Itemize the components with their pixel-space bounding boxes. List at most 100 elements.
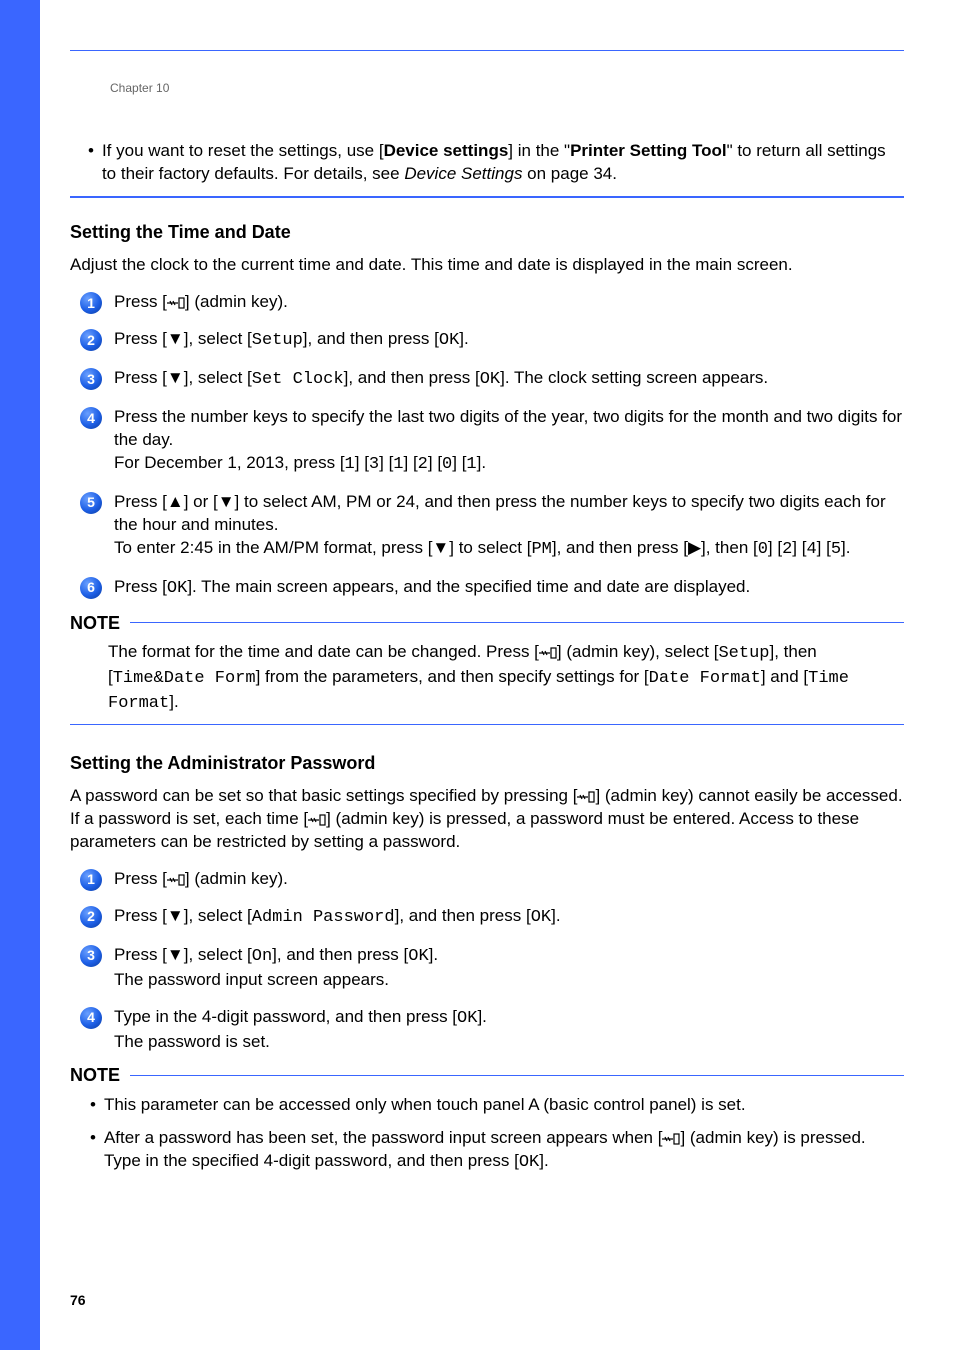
text: ], and then press [ (344, 368, 480, 387)
step-4: 4 Press the number keys to specify the l… (70, 406, 904, 477)
intro-time-date: Adjust the clock to the current time and… (70, 254, 904, 277)
step-body: Press [] (admin key). (114, 868, 904, 891)
text: Press the number keys to specify the las… (114, 407, 902, 449)
header-rule (70, 50, 904, 51)
heading-admin-password: Setting the Administrator Password (70, 751, 904, 775)
admin-key-icon (539, 642, 557, 661)
text: Press [▼], select [ (114, 368, 252, 387)
note-label: NOTE (70, 1063, 120, 1087)
step-body: Press [] (admin key). (114, 291, 904, 314)
code: OK (167, 579, 187, 598)
text: ] (admin key). (185, 869, 288, 888)
code: OK (531, 908, 551, 927)
code: OK (457, 1009, 477, 1028)
step-body: Press [▼], select [Set Clock], and then … (114, 367, 904, 392)
text: ]. (477, 453, 486, 472)
text: ] (admin key), select [ (557, 642, 719, 661)
admin-key-icon (167, 869, 185, 888)
text: Press [▲] or [▼] to select AM, PM or 24,… (114, 492, 886, 534)
step-body: Type in the 4-digit password, and then p… (114, 1006, 904, 1054)
text: ] from the parameters, and then specify … (256, 667, 649, 686)
code: 0 (758, 540, 768, 559)
step-number-icon: 5 (80, 492, 102, 514)
text: The password input screen appears. (114, 970, 389, 989)
text: ]. The clock setting screen appears. (500, 368, 768, 387)
text: After a password has been set, the passw… (104, 1127, 904, 1175)
note-label: NOTE (70, 611, 120, 635)
code: OK (408, 947, 428, 966)
admin-key-icon (662, 1128, 680, 1147)
note-bullet-2: After a password has been set, the passw… (90, 1127, 904, 1175)
step-body: Press [▲] or [▼] to select AM, PM or 24,… (114, 491, 904, 562)
code: Setup (252, 331, 303, 350)
text: If you want to reset the settings, use [ (102, 141, 384, 160)
code: OK (439, 331, 459, 350)
step-number-icon: 4 (80, 407, 102, 429)
code: 2 (782, 540, 792, 559)
text-bold: Printer Setting Tool (570, 141, 726, 160)
admin-key-icon (167, 292, 185, 311)
text: ], and then press [ (303, 329, 439, 348)
code: 1 (345, 455, 355, 474)
admin-key-icon (308, 809, 326, 828)
step-number-icon: 6 (80, 577, 102, 599)
text-bold: Device settings (384, 141, 509, 160)
code: Setup (718, 644, 769, 663)
bullet-dot (90, 1094, 96, 1117)
code: 1 (466, 455, 476, 474)
code: 1 (393, 455, 403, 474)
note-body-list: This parameter can be accessed only when… (90, 1094, 904, 1175)
bullet-dot (90, 1127, 96, 1175)
intro-admin-password: A password can be set so that basic sett… (70, 785, 904, 854)
text: ]. (169, 692, 178, 711)
page-number: 76 (70, 1291, 86, 1310)
admin-key-icon (577, 786, 595, 805)
code: 5 (831, 540, 841, 559)
divider (70, 196, 904, 198)
text: on page 34. (522, 164, 617, 183)
divider (70, 724, 904, 725)
text: Press [ (114, 292, 167, 311)
note-body: The format for the time and date can be … (108, 641, 904, 716)
text: This parameter can be accessed only when… (104, 1094, 746, 1117)
step-body: Press [▼], select [Setup], and then pres… (114, 328, 904, 353)
step-5: 5 Press [▲] or [▼] to select AM, PM or 2… (70, 491, 904, 562)
text: Press [ (114, 577, 167, 596)
code: On (252, 947, 272, 966)
text: ], and then press [▶], then [ (552, 538, 758, 557)
step-2: 2 Press [▼], select [Setup], and then pr… (70, 328, 904, 353)
code: OK (519, 1153, 539, 1172)
step-number-icon: 1 (80, 292, 102, 314)
text: ]. (539, 1151, 548, 1170)
note-header: NOTE (70, 611, 904, 635)
step-number-icon: 2 (80, 329, 102, 351)
code: 3 (369, 455, 379, 474)
steps-time-date: 1 Press [] (admin key). 2 Press [▼], sel… (70, 291, 904, 600)
code: 4 (806, 540, 816, 559)
text: ]. (551, 906, 560, 925)
steps-admin-password: 1 Press [] (admin key). 2 Press [▼], sel… (70, 868, 904, 1054)
text: The password is set. (114, 1032, 270, 1051)
note-bullet-1: This parameter can be accessed only when… (90, 1094, 904, 1117)
text: ] in the " (508, 141, 570, 160)
code: Time&Date Form (113, 669, 256, 688)
text: ]. The main screen appears, and the spec… (187, 577, 750, 596)
text: ]. (477, 1007, 486, 1026)
text: ], and then press [ (395, 906, 531, 925)
text: Type in the 4-digit password, and then p… (114, 1007, 457, 1026)
text: ], and then press [ (272, 945, 408, 964)
text: ]. (459, 329, 468, 348)
bullet-dot (88, 140, 94, 186)
step-1: 1 Press [] (admin key). (70, 291, 904, 314)
step-3: 3 Press [▼], select [On], and then press… (70, 944, 904, 992)
chapter-label: Chapter 10 (110, 80, 169, 96)
step-number-icon: 1 (80, 869, 102, 891)
step-3: 3 Press [▼], select [Set Clock], and the… (70, 367, 904, 392)
step-body: Press [▼], select [Admin Password], and … (114, 905, 904, 930)
step-1: 1 Press [] (admin key). (70, 868, 904, 891)
step-4: 4 Type in the 4-digit password, and then… (70, 1006, 904, 1054)
note-rule (130, 1075, 904, 1076)
step-6: 6 Press [OK]. The main screen appears, a… (70, 576, 904, 601)
heading-time-date: Setting the Time and Date (70, 220, 904, 244)
intro-bullet-row: If you want to reset the settings, use [… (70, 140, 904, 186)
